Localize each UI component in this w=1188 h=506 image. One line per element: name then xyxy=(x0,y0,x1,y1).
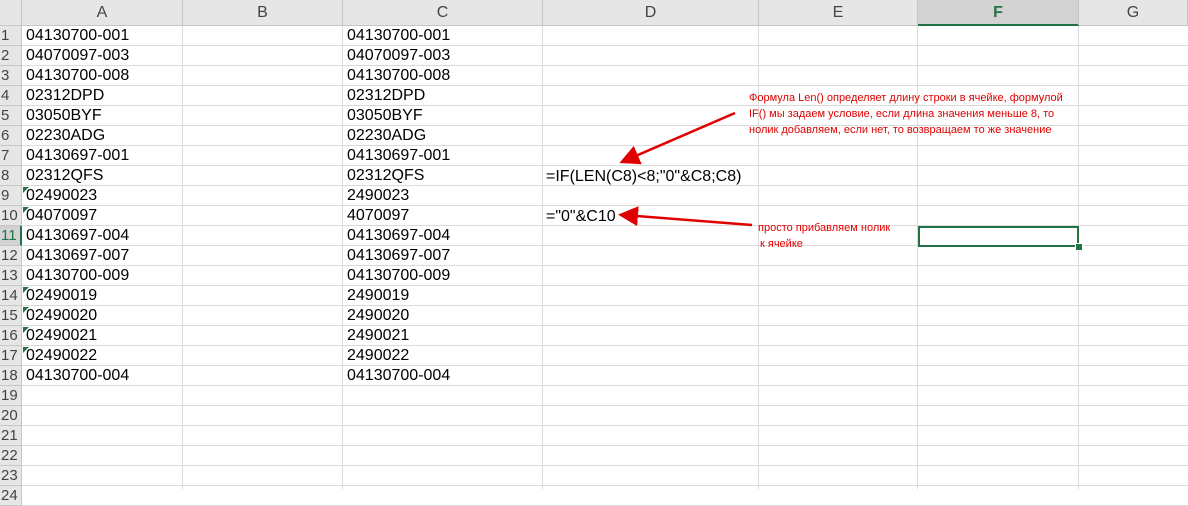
active-cell-f11[interactable] xyxy=(918,226,1079,247)
row-header-24[interactable]: 24 xyxy=(0,486,22,506)
spreadsheet[interactable]: ABCDEFG 1 2 3 4 5 6 7 8 9 10 11 12 13 14 15 16 17 18 19 20 2… xyxy=(0,0,1188,506)
grid-row xyxy=(22,486,1188,506)
fill-handle[interactable] xyxy=(1075,243,1083,251)
arrow-to-d8 xyxy=(619,111,736,165)
arrow-to-d10 xyxy=(618,206,753,227)
